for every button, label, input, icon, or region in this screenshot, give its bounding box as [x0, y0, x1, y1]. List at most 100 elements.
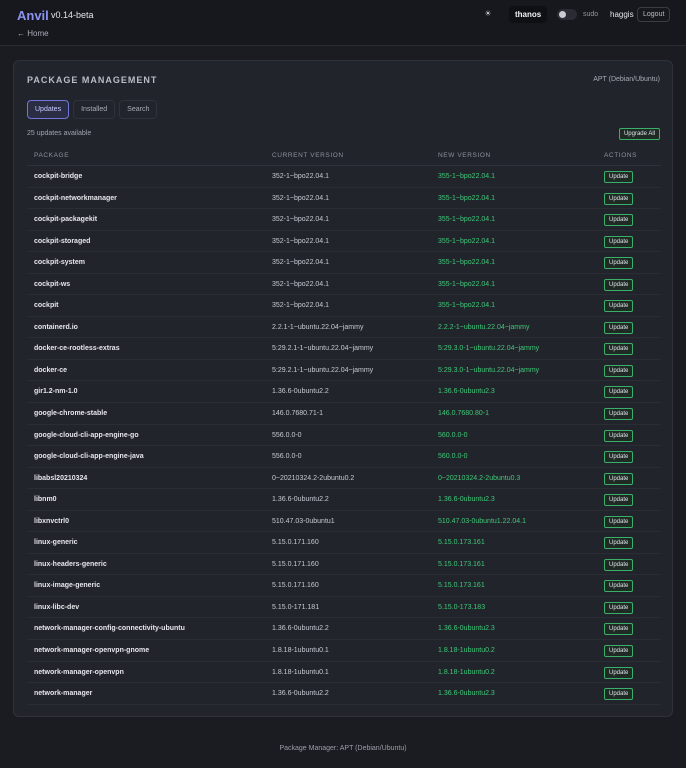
current-version: 1.36.6-0ubuntu2.2 [272, 625, 329, 633]
host-badge[interactable]: thanos [509, 6, 548, 23]
current-version: 0~20210324.2-2ubuntu0.2 [272, 474, 355, 482]
package-name: google-cloud-cli-app-engine-go [34, 431, 139, 439]
package-name: network-manager [34, 690, 93, 698]
column-header-current-version: CURRENT VERSION [272, 152, 344, 159]
update-button[interactable]: Update [604, 235, 634, 248]
footer-text: Package Manager: APT (Debian/Ubuntu) [279, 745, 407, 752]
new-version: 560.0.0-0 [438, 453, 468, 461]
update-button[interactable]: Update [604, 580, 634, 593]
brand-logo[interactable]: Anvil [17, 8, 49, 23]
table-row: google-cloud-cli-app-engine-java 556.0.0-… [27, 446, 661, 468]
package-name: gir1.2-nm-1.0 [34, 388, 78, 396]
app-version: v0.14-beta [51, 10, 94, 20]
update-button[interactable]: Update [604, 666, 634, 679]
current-version: 5.15.0-171.181 [272, 603, 320, 611]
current-version: 352-1~bpo22.04.1 [272, 173, 330, 180]
update-button[interactable]: Update [604, 515, 634, 528]
table-row: linux-libc-dev 5.15.0-171.181 5.15.0-173.1… [27, 597, 661, 619]
table-row: linux-headers-generic 5.15.0.171.160 5.15.… [27, 554, 661, 576]
current-version: 352-1~bpo22.04.1 [272, 280, 330, 288]
tab-search[interactable]: Search [119, 100, 158, 119]
package-name: google-cloud-cli-app-engine-java [34, 453, 144, 461]
new-version: 355-1~bpo22.04.1 [438, 173, 496, 180]
package-name: linux-libc-dev [34, 603, 80, 611]
update-button[interactable]: Update [604, 386, 634, 399]
table-row: cockpit-ws 352-1~bpo22.04.1 355-1~bpo22.04… [27, 274, 661, 296]
current-version: 1.8.18-1ubuntu0.1 [272, 668, 329, 676]
sudo-toggle[interactable] [557, 9, 577, 20]
new-version: 355-1~bpo22.04.1 [438, 237, 496, 245]
table-row: gir1.2-nm-1.0 1.36.6-0ubuntu2.2 1.36.6-0ub… [27, 381, 661, 404]
upgrade-all-button[interactable]: Upgrade All [618, 128, 660, 140]
table-row: google-chrome-stable 146.0.7680.71-1 146.0… [27, 403, 661, 425]
update-button[interactable]: Update [604, 257, 634, 270]
new-version: 560.0.0-0 [438, 431, 468, 439]
current-version: 5.15.0.171.160 [272, 560, 319, 568]
package-name: linux-image-generic [34, 582, 101, 590]
tab-installed[interactable]: Installed [73, 100, 116, 119]
package-management-card: PACKAGE MANAGEMENT APT (Debian/Ubuntu) U… [13, 60, 673, 717]
new-version: 1.36.6-0ubuntu2.3 [438, 625, 495, 633]
new-version: 5.15.0.173.161 [438, 560, 485, 568]
sun-icon[interactable]: ☀ [480, 7, 496, 21]
update-button[interactable]: Update [604, 472, 634, 485]
update-button[interactable]: Update [604, 214, 634, 227]
update-button[interactable]: Update [604, 494, 634, 507]
current-version: 5.15.0.171.160 [272, 539, 319, 547]
current-version: 352-1~bpo22.04.1 [272, 216, 330, 224]
update-button[interactable]: Update [604, 451, 634, 464]
current-version: 352-1~bpo22.04.1 [272, 302, 330, 310]
table-row: cockpit-packagekit 352-1~bpo22.04.1 355-1~… [27, 209, 661, 231]
home-link[interactable]: ← Home [17, 29, 49, 38]
username: haggis [610, 10, 634, 19]
new-version: 355-1~bpo22.04.1 [438, 302, 496, 310]
table-row: linux-image-generic 5.15.0.171.160 5.15.0.… [27, 575, 661, 597]
update-button[interactable]: Update [604, 171, 634, 183]
new-version: 355-1~bpo22.04.1 [438, 194, 496, 202]
package-name: cockpit-storaged [34, 237, 91, 245]
table-row: docker-ce-rootless-extras 5:29.2.1-1~ubun… [27, 338, 661, 360]
current-version: 146.0.7680.71-1 [272, 410, 323, 418]
sudo-label: sudo [583, 11, 599, 18]
update-button[interactable]: Update [604, 321, 634, 334]
table-row: network-manager 1.36.6-0ubuntu2.2 1.36.6-0… [27, 683, 661, 705]
column-header-new-version: NEW VERSION [438, 152, 491, 159]
update-button[interactable]: Update [604, 343, 634, 356]
current-version: 556.0.0-0 [272, 453, 302, 461]
update-button[interactable]: Update [604, 558, 634, 571]
current-version: 510.47.03-0ubuntu1 [272, 517, 335, 525]
package-name: libabsl20210324 [34, 474, 88, 482]
package-name: docker-ce [34, 366, 68, 374]
new-version: 1.8.18-1ubuntu0.2 [438, 647, 495, 655]
table-row: cockpit-storaged 352-1~bpo22.04.1 355-1~bp… [27, 231, 661, 253]
package-name: google-chrome-stable [34, 410, 108, 418]
update-button[interactable]: Update [604, 192, 634, 205]
package-name: cockpit-ws [34, 280, 71, 288]
update-button[interactable]: Update [604, 688, 634, 701]
column-header-package: PACKAGE [34, 152, 70, 159]
update-button[interactable]: Update [604, 537, 634, 550]
package-name: cockpit-packagekit [34, 216, 98, 224]
logout-button[interactable]: Logout [637, 7, 671, 22]
current-version: 5.15.0.171.160 [272, 582, 319, 590]
current-version: 556.0.0-0 [272, 431, 302, 439]
table-row: libnm0 1.36.6-0ubuntu2.2 1.36.6-0ubuntu2.3… [27, 489, 661, 511]
update-button[interactable]: Update [604, 300, 634, 313]
new-version: 1.36.6-0ubuntu2.3 [438, 690, 495, 698]
update-button[interactable]: Update [604, 278, 634, 291]
update-button[interactable]: Update [604, 408, 634, 421]
update-button[interactable]: Update [604, 601, 634, 614]
update-button[interactable]: Update [604, 645, 634, 658]
current-version: 2.2.1-1~ubuntu.22.04~jammy [272, 323, 364, 331]
update-button[interactable]: Update [604, 623, 634, 636]
new-version: 5.15.0.173.161 [438, 539, 485, 547]
new-version: 2.2.2-1~ubuntu.22.04~jammy [438, 323, 530, 331]
current-version: 1.36.6-0ubuntu2.2 [272, 690, 329, 698]
tab-updates[interactable]: Updates [27, 100, 70, 119]
package-name: containerd.io [34, 323, 78, 331]
current-version: 5:29.2.1-1~ubuntu.22.04~jammy [272, 366, 374, 374]
table-row: libxnvctrl0 510.47.03-0ubuntu1 510.47.03-0… [27, 511, 661, 533]
new-version: 510.47.03-0ubuntu1.22.04.1 [438, 517, 526, 525]
update-button[interactable]: Update [604, 429, 634, 442]
update-button[interactable]: Update [604, 364, 634, 377]
